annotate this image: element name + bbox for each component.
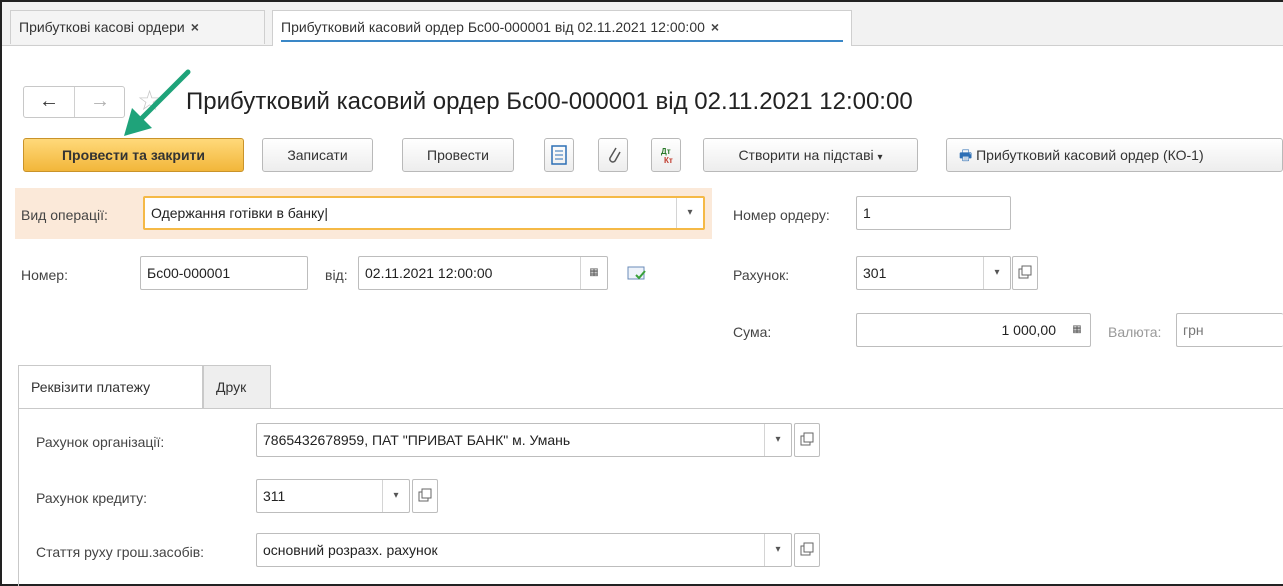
sum-value: 1 000,00 [1001,322,1057,338]
account-label: Рахунок: [733,267,790,283]
close-icon[interactable]: × [711,19,719,35]
tab-print[interactable]: Друк [203,365,271,409]
save-button[interactable]: Записати [262,138,373,172]
operation-type-label: Вид операції: [21,207,108,223]
calendar-icon[interactable]: ▦ [580,257,607,289]
close-icon[interactable]: × [191,19,199,35]
tab-payment-details[interactable]: Реквізити платежу [18,365,203,409]
annotation-arrow-icon [124,69,191,136]
back-button[interactable]: ← [24,87,75,117]
date-from-label: від: [325,267,348,283]
number-label: Номер: [21,267,68,283]
org-account-label: Рахунок організації: [36,434,165,450]
sum-input[interactable]: 1 000,00 ▦ [856,313,1091,347]
tab-bar: Прибуткові касові ордери × Прибутковий ка… [2,2,1283,46]
sum-label: Сума: [733,324,772,340]
chevron-down-icon[interactable]: ▾ [764,534,791,566]
svg-text:Кт: Кт [664,156,673,165]
attachment-icon[interactable] [598,138,628,172]
page-title: Прибутковий касовий ордер Бс00-000001 ві… [186,88,913,115]
date-value: 02.11.2021 12:00:00 [365,265,493,281]
text-cursor: | [324,205,328,221]
post-and-close-button[interactable]: Провести та закрити [23,138,244,172]
currency-label: Валюта: [1108,324,1162,340]
calculator-icon[interactable]: ▦ [1064,314,1090,346]
open-credit-account-icon[interactable] [412,479,438,513]
account-select[interactable]: 301 ▾ [856,256,1011,290]
cashflow-item-value: основний розразх. рахунок [263,542,438,558]
dt-kt-postings-icon[interactable]: Дт Кт [651,138,681,172]
chevron-down-icon[interactable]: ▾ [382,480,409,512]
svg-text:Дт: Дт [661,147,671,156]
tab-label: Прибуткові касові ордери [19,19,185,35]
currency-input[interactable]: грн [1176,313,1283,347]
print-ko1-button[interactable]: 🖶 Прибутковий касовий ордер (КО-1) [946,138,1283,172]
open-cashflow-item-icon[interactable] [794,533,820,567]
tab-label: Прибутковий касовий ордер Бс00-000001 ві… [281,19,705,35]
org-account-value: 7865432678959, ПАТ "ПРИВАТ БАНК" м. Уман… [263,432,571,448]
open-org-account-icon[interactable] [794,423,820,457]
create-based-on-button[interactable]: Створити на підставі ▾ [703,138,918,172]
tab-receipt-orders-list[interactable]: Прибуткові касові ордери × [10,10,265,44]
order-number-input[interactable]: 1 [856,196,1011,230]
chevron-down-icon[interactable]: ▾ [764,424,791,456]
printer-icon: 🖶 [959,147,973,163]
chevron-down-icon[interactable]: ▾ [983,257,1010,289]
org-account-select[interactable]: 7865432678959, ПАТ "ПРИВАТ БАНК" м. Уман… [256,423,792,457]
create-based-label: Створити на підставі [738,147,874,163]
post-button[interactable]: Провести [402,138,514,172]
approve-document-icon[interactable] [626,263,648,283]
account-value: 301 [863,265,887,281]
chevron-down-icon[interactable]: ▾ [676,198,703,228]
chevron-down-icon: ▾ [877,152,883,163]
nav-group: ← → [23,86,125,118]
date-input[interactable]: 02.11.2021 12:00:00 ▦ [358,256,608,290]
print-label: Прибутковий касовий ордер (КО-1) [976,147,1204,163]
tab-receipt-order[interactable]: Прибутковий касовий ордер Бс00-000001 ві… [272,10,852,46]
operation-type-select[interactable]: Одержання готівки в банку| ▾ [143,196,705,230]
credit-account-label: Рахунок кредиту: [36,490,148,506]
number-input[interactable]: Бс00-000001 [140,256,308,290]
open-account-icon[interactable] [1012,256,1038,290]
structure-icon[interactable] [544,138,574,172]
operation-type-value: Одержання готівки в банку [151,205,325,221]
cashflow-item-select[interactable]: основний розразх. рахунок ▾ [256,533,792,567]
order-number-label: Номер ордеру: [733,207,830,223]
credit-account-value: 311 [263,488,286,504]
credit-account-select[interactable]: 311 ▾ [256,479,410,513]
cashflow-item-label: Стаття руху грош.засобів: [36,544,205,560]
